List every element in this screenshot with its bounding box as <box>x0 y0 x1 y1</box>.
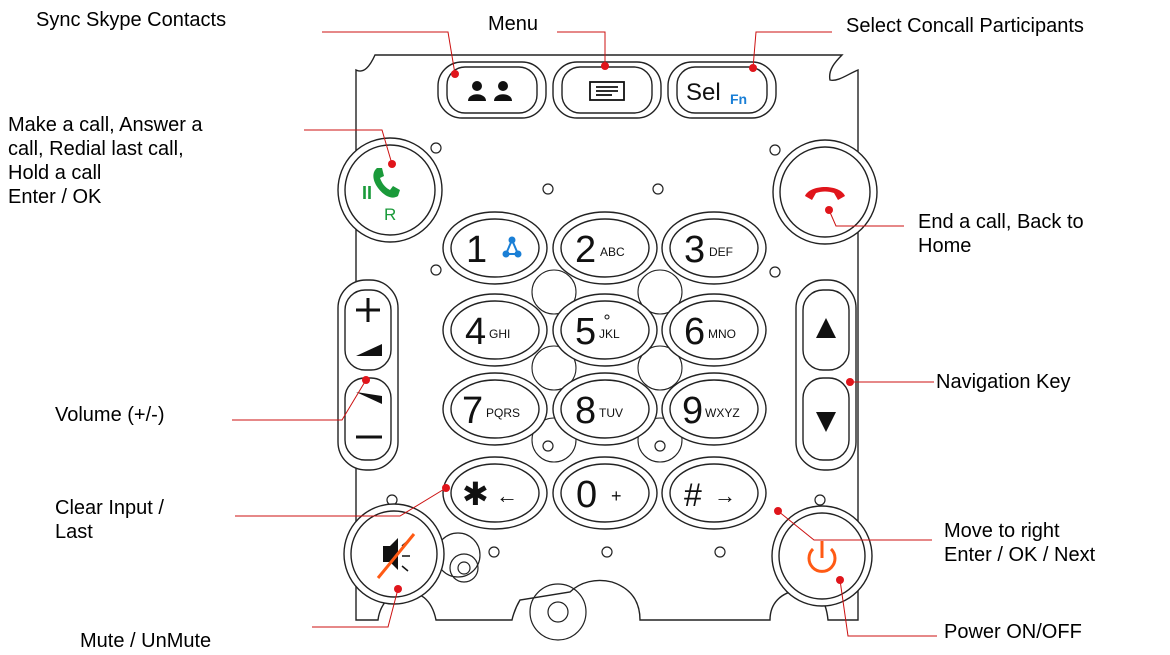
hash-right-arrow: → <box>714 483 736 508</box>
dot-end <box>825 206 833 214</box>
label-end-call: End a call, Back to Home <box>918 211 1084 257</box>
dot-clear <box>442 484 450 492</box>
key-7-digit: 7 <box>462 390 483 432</box>
key-star[interactable]: ✱ ← <box>442 456 548 530</box>
dot-mute <box>394 585 402 593</box>
power-key[interactable] <box>771 505 873 607</box>
key-3[interactable]: 3 DEF <box>661 211 767 285</box>
dot-select <box>749 64 757 72</box>
call-key[interactable]: II R <box>337 137 443 243</box>
key-2-letters: ABC <box>600 245 625 259</box>
key-9[interactable]: 9 WXYZ <box>661 372 767 446</box>
key-9-letters: WXYZ <box>705 406 740 420</box>
key-7[interactable]: 7 PQRS <box>442 372 548 446</box>
dot-menu <box>601 62 609 70</box>
label-clear-input: Clear Input / Last <box>55 497 164 543</box>
key-5-digit: 5 <box>575 311 596 353</box>
label-select-concall: Select Concall Participants <box>846 15 1084 37</box>
key-8-letters: TUV <box>599 406 623 420</box>
key-8-digit: 8 <box>575 390 596 432</box>
key-4-digit: 4 <box>465 311 486 353</box>
key-2-digit: 2 <box>575 229 596 271</box>
hold-label: II <box>362 183 372 203</box>
key-6-digit: 6 <box>684 311 705 353</box>
dot-nav <box>846 378 854 386</box>
select-key-label: Sel <box>686 79 721 106</box>
dot-sync <box>451 70 459 78</box>
menu-key[interactable] <box>552 61 662 119</box>
key-9-digit: 9 <box>682 390 703 432</box>
label-sync-contacts: Sync Skype Contacts <box>36 9 227 31</box>
label-volume: Volume (+/-) <box>55 404 165 426</box>
label-move-right: Move to right Enter / OK / Next <box>944 520 1096 566</box>
label-navigation-key: Navigation Key <box>936 371 1071 393</box>
key-3-digit: 3 <box>684 229 705 271</box>
key-6-letters: MNO <box>708 327 736 341</box>
select-fn-key[interactable]: Sel Fn <box>667 61 777 119</box>
key-8[interactable]: 8 TUV <box>552 372 658 446</box>
key-1[interactable]: 1 <box>442 211 548 285</box>
end-call-key[interactable] <box>772 139 878 245</box>
star-back-arrow: ← <box>496 483 518 508</box>
key-3-letters: DEF <box>709 245 733 259</box>
key-0-plus: + <box>611 486 622 506</box>
hash-symbol: # <box>684 477 702 513</box>
dot-move <box>774 507 782 515</box>
key-5[interactable]: 5 JKL <box>552 293 658 367</box>
key-hash[interactable]: # → <box>661 456 767 530</box>
key-2[interactable]: 2 ABC <box>552 211 658 285</box>
key-4[interactable]: 4 GHI <box>442 293 548 367</box>
label-power: Power ON/OFF <box>944 621 1082 643</box>
key-7-letters: PQRS <box>486 406 520 420</box>
star-symbol: ✱ <box>462 476 489 512</box>
navigation-key[interactable] <box>795 279 857 471</box>
key-1-digit: 1 <box>466 229 487 271</box>
fn-key-label: Fn <box>730 91 747 107</box>
redial-label: R <box>384 205 396 224</box>
volume-key[interactable] <box>337 279 399 471</box>
key-6[interactable]: 6 MNO <box>661 293 767 367</box>
dot-volume <box>362 376 370 384</box>
key-0-digit: 0 <box>576 474 597 516</box>
label-call-key: Make a call, Answer a call, Redial last … <box>8 114 203 208</box>
label-mute: Mute / UnMute <box>80 630 212 652</box>
dot-call <box>388 160 396 168</box>
leader-sync <box>322 31 456 75</box>
dot-power <box>836 576 844 584</box>
key-0[interactable]: 0 + <box>552 456 658 530</box>
key-5-letters: JKL <box>599 327 620 341</box>
label-menu: Menu <box>488 13 539 35</box>
leader-menu <box>557 31 606 66</box>
key-4-letters: GHI <box>489 327 510 341</box>
leader-select <box>752 31 832 69</box>
